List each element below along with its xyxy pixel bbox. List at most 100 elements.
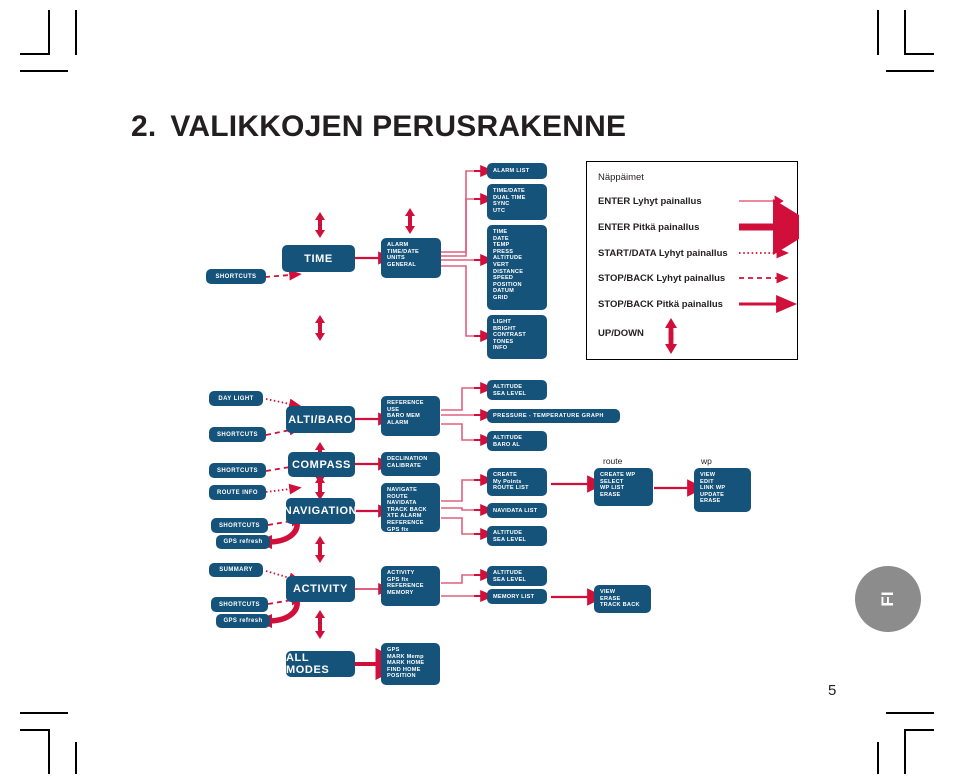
node-navigation-gps-refresh[interactable]: GPS refresh — [216, 535, 270, 549]
menu-item: CALIBRATE — [387, 462, 422, 469]
menu-item: XTE ALARM — [387, 513, 422, 520]
menu-item: MARK Memp — [387, 653, 424, 660]
node-time-mode[interactable]: TIME — [282, 245, 355, 272]
node-general-list[interactable]: LIGHT BRIGHT CONTRAST TONES INFO — [487, 315, 547, 359]
node-navidata-list[interactable]: NAVIDATA LIST — [487, 503, 547, 518]
node-day-light[interactable]: DAY LIGHT — [209, 391, 263, 406]
menu-item: UNITS — [387, 255, 406, 262]
menu-item: VIEW — [600, 589, 616, 595]
menu-item: NAVIGATE — [387, 487, 418, 493]
node-altibaro-mode[interactable]: ALTI/BARO — [286, 406, 355, 433]
node-activity-gps-refresh[interactable]: GPS refresh — [216, 614, 270, 628]
language-badge-label: FI — [878, 591, 897, 607]
menu-item: SEA LEVEL — [493, 390, 527, 397]
node-route-info[interactable]: ROUTE INFO — [209, 485, 266, 500]
menu-item: ERASE — [700, 498, 721, 505]
menu-item: SELECT — [600, 478, 624, 485]
menu-item: ACTIVITY — [387, 570, 415, 576]
menu-item: GPS — [387, 647, 400, 653]
menu-item: ALTITUDE — [493, 435, 523, 441]
node-altibaro-shortcuts[interactable]: SHORTCUTS — [209, 427, 266, 442]
node-wp-box[interactable]: VIEW EDIT LINK WP UPDATE ERASE — [694, 468, 751, 512]
node-activity-submenu[interactable]: ACTIVITY GPS fix REFERENCE MEMORY — [381, 566, 440, 606]
menu-item: ALTITUDE — [493, 570, 523, 576]
menu-item: ALARM — [387, 419, 409, 426]
menu-item: LINK WP — [700, 485, 726, 492]
menu-item: POSITION — [493, 281, 522, 288]
node-memory-list[interactable]: MEMORY LIST — [487, 589, 547, 604]
menu-item: CREATE WP — [600, 472, 636, 478]
connector-layer — [256, 165, 705, 680]
menu-item: DECLINATION — [387, 456, 428, 462]
node-create-list[interactable]: CREATE My Points ROUTE LIST — [487, 468, 547, 496]
menu-item: UPDATE — [700, 491, 725, 498]
node-altitude-sea-level-3[interactable]: ALTITUDE SEA LEVEL — [487, 566, 547, 586]
menu-item: SEA LEVEL — [493, 576, 527, 583]
menu-item: VERT — [493, 261, 509, 268]
menu-item: MEMORY — [387, 589, 414, 596]
menu-item: ALARM LIST — [493, 168, 530, 174]
node-summary[interactable]: SUMMARY — [209, 563, 263, 577]
menu-item: BARO AL — [493, 441, 521, 448]
menu-item: SYNC — [493, 201, 510, 208]
node-compass-shortcuts[interactable]: SHORTCUTS — [209, 463, 266, 478]
menu-item: WP LIST — [600, 485, 625, 492]
node-navigation-submenu[interactable]: NAVIGATE ROUTE NAVIDATA TRACK BACK XTE A… — [381, 483, 440, 533]
menu-item: TONES — [493, 338, 514, 345]
menu-item: DISTANCE — [493, 268, 524, 275]
label-wp: wp — [701, 456, 712, 466]
node-time-shortcuts[interactable]: SHORTCUTS — [206, 269, 266, 284]
node-altibaro-submenu[interactable]: REFERENCE USE BARO MEM ALARM — [381, 396, 440, 436]
node-memory-detail[interactable]: VIEW ERASE TRACK BACK — [594, 585, 651, 613]
node-time-submenu[interactable]: ALARM TIME/DATE UNITS GENERAL — [381, 238, 441, 278]
node-alarm-list[interactable]: ALARM LIST — [487, 163, 547, 179]
menu-item: ALTITUDE — [493, 384, 523, 390]
menu-item: TIME/DATE — [387, 248, 419, 255]
menu-item: ROUTE LIST — [493, 485, 529, 492]
menu-item: LIGHT — [493, 319, 512, 325]
menu-item: DATUM — [493, 288, 515, 295]
menu-item: NAVIDATA — [387, 500, 417, 507]
menu-item: INFO — [493, 345, 508, 352]
menu-item: TIME/DATE — [493, 188, 525, 194]
menu-item: ALARM — [387, 242, 409, 248]
node-time-date-list[interactable]: TIME/DATE DUAL TIME SYNC UTC — [487, 184, 547, 220]
page-number: 5 — [828, 682, 837, 699]
node-altitude-sea-level-1[interactable]: ALTITUDE SEA LEVEL — [487, 380, 547, 400]
menu-item: SEA LEVEL — [493, 536, 527, 543]
menu-item: ERASE — [600, 491, 621, 498]
node-all-modes[interactable]: ALL MODES — [286, 651, 355, 677]
menu-item: VIEW — [700, 472, 716, 478]
menu-item: MEMORY LIST — [493, 593, 535, 600]
menu-item: UTC — [493, 207, 506, 214]
node-activity-shortcuts[interactable]: SHORTCUTS — [211, 597, 268, 612]
menu-item: ERASE — [600, 595, 621, 602]
node-pressure-temperature-graph[interactable]: PRESSURE - TEMPERATURE GRAPH — [487, 409, 620, 423]
menu-item: MARK HOME — [387, 660, 425, 667]
node-navigation-shortcuts[interactable]: SHORTCUTS — [211, 518, 268, 533]
menu-item: GPS fix — [387, 526, 409, 533]
page-canvas: 2. VALIKKOJEN PERUSRAKENNE Näppäimet ENT… — [0, 0, 954, 784]
menu-item: GRID — [493, 294, 508, 301]
menu-item: USE — [387, 406, 400, 413]
menu-item: GPS fix — [387, 576, 409, 583]
node-units-list[interactable]: TIME DATE TEMP PRESS ALTITUDE VERT DISTA… — [487, 225, 547, 310]
node-altitude-sea-level-2[interactable]: ALTITUDE SEA LEVEL — [487, 526, 547, 546]
node-activity-mode[interactable]: ACTIVITY — [286, 576, 355, 602]
menu-item: BARO MEM — [387, 413, 421, 420]
menu-item: TEMP — [493, 242, 510, 249]
node-route-box[interactable]: CREATE WP SELECT WP LIST ERASE — [594, 468, 653, 506]
menu-item: ALTITUDE — [493, 255, 523, 262]
menu-item: CREATE — [493, 472, 518, 478]
menu-item: ROUTE — [387, 493, 408, 500]
node-navigation-mode[interactable]: NAVIGATION — [284, 498, 357, 524]
node-all-modes-submenu[interactable]: GPS MARK Memp MARK HOME FIND HOME POSITI… — [381, 643, 440, 685]
menu-item: NAVIDATA LIST — [493, 507, 538, 514]
node-altitude-baro-al[interactable]: ALTITUDE BARO AL — [487, 431, 547, 451]
node-compass-submenu[interactable]: DECLINATION CALIBRATE — [381, 452, 440, 476]
menu-item: TRACK BACK — [600, 602, 640, 609]
menu-item: My Points — [493, 478, 522, 485]
label-route: route — [603, 456, 623, 466]
menu-item: TRACK BACK — [387, 506, 427, 513]
node-compass-mode[interactable]: COMPASS — [288, 452, 355, 477]
